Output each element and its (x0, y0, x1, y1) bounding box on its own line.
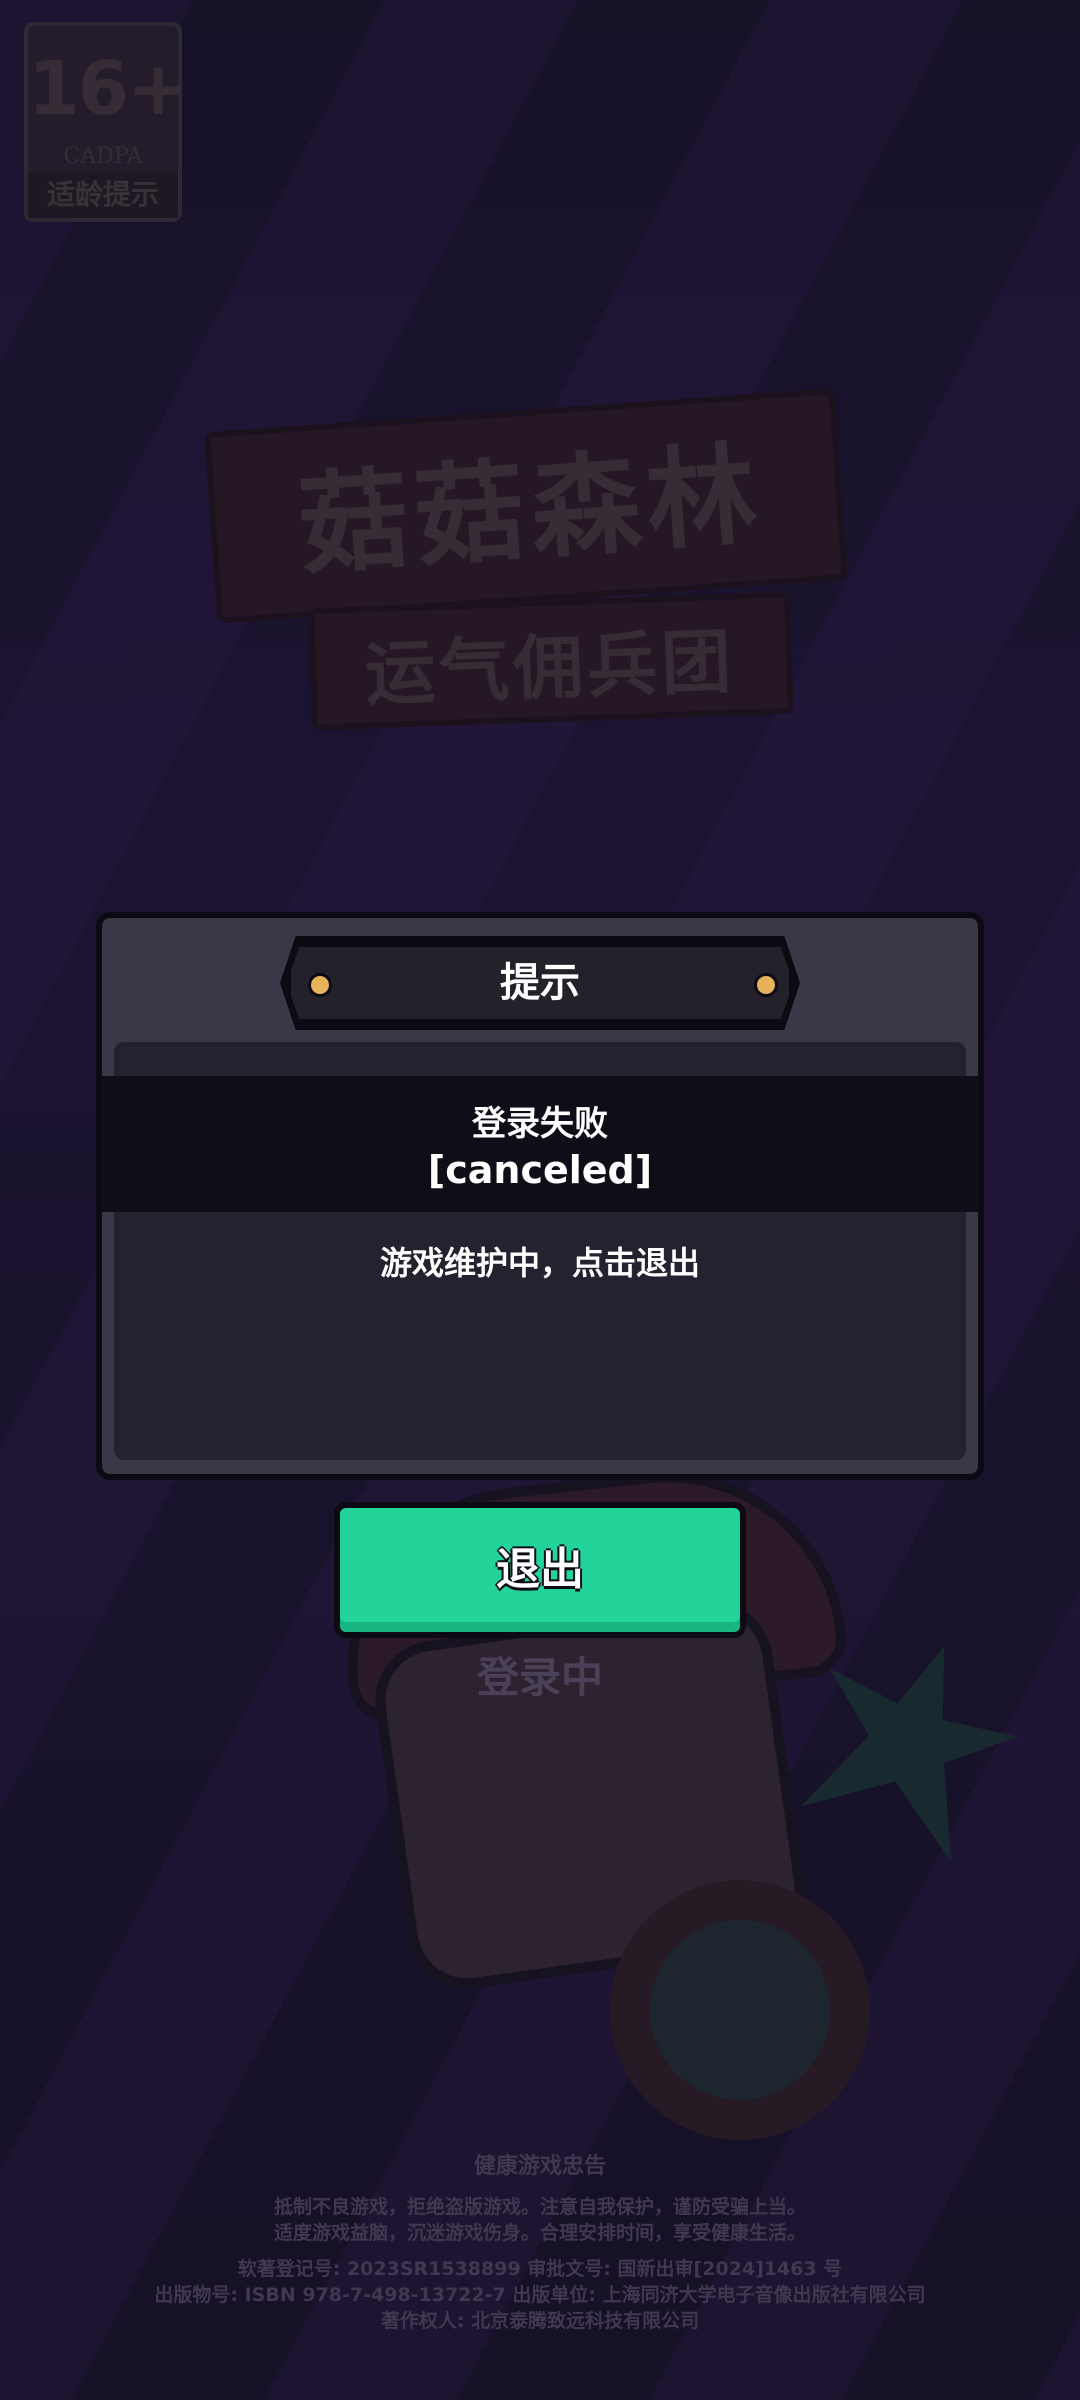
advisory-line: 适度游戏益脑，沉迷游戏伤身。合理安排时间，享受健康生活。 (273, 2222, 806, 2244)
legal-line: 著作权人: 北京泰腾致远科技有限公司 (380, 2310, 700, 2332)
legal-line: 软著登记号: 2023SR1538899 审批文号: 国新出审[2024]146… (237, 2258, 843, 2280)
error-code: [canceled] (427, 1148, 653, 1192)
advisory-line: 抵制不良游戏，拒绝盗版游戏。注意自我保护，谨防受骗上当。 (273, 2196, 806, 2218)
alert-dialog: 提示 登录失败 [canceled] 游戏维护中，点击退出 (96, 912, 984, 1480)
health-advisory: 健康游戏忠告 抵制不良游戏，拒绝盗版游戏。注意自我保护，谨防受骗上当。 适度游戏… (0, 2148, 1080, 2334)
dialog-message: 游戏维护中，点击退出 (379, 1244, 700, 1282)
login-status-text: 登录中 (476, 1653, 603, 1702)
error-title: 登录失败 (472, 1104, 608, 1144)
exit-button-label: 退出 (496, 1544, 584, 1595)
legal-line: 出版物号: ISBN 978-7-498-13722-7 出版单位: 上海同济大… (154, 2284, 926, 2306)
exit-button[interactable]: 退出 (334, 1502, 746, 1638)
advisory-title: 健康游戏忠告 (473, 2154, 606, 2179)
dialog-title: 提示 (500, 960, 580, 1006)
